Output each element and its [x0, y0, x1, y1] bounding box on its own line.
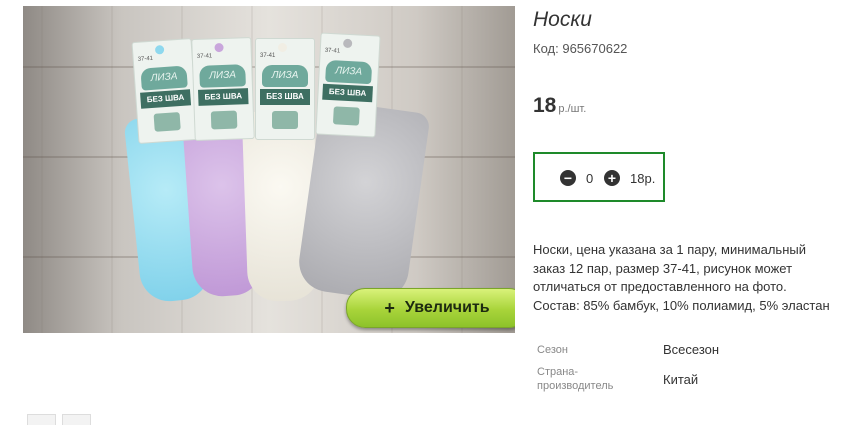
- tag-logo: ЛИЗА: [262, 65, 308, 87]
- plus-icon: +: [384, 297, 395, 318]
- tag-size: 37-41: [324, 47, 341, 55]
- minus-icon[interactable]: −: [560, 170, 576, 186]
- zoom-button-label: Увеличить: [404, 299, 490, 316]
- sock-tag: 37-41 ЛИЗА БЕЗ ШВА: [315, 32, 381, 138]
- tag-size: 37-41: [260, 53, 276, 59]
- product-code: Код: 965670622: [533, 41, 627, 56]
- tag-size: 37-41: [196, 53, 213, 60]
- description-line: Состав: 85% бамбук, 10% полиамид, 5% эла…: [533, 297, 830, 313]
- tag-hole: [154, 44, 165, 55]
- plus-icon[interactable]: +: [604, 170, 620, 186]
- quantity-sum: 18р.: [630, 171, 656, 186]
- tag-logo: ЛИЗА: [140, 65, 188, 91]
- tag-band: БЕЗ ШВА: [260, 89, 310, 105]
- price-value: 18: [533, 94, 557, 117]
- tag-picture: [153, 112, 181, 132]
- tag-picture: [272, 111, 298, 129]
- tag-hole: [278, 43, 287, 52]
- tag-hole: [214, 42, 224, 53]
- tag-size: 37-41: [137, 55, 154, 63]
- tag-logo: ЛИЗА: [199, 64, 246, 88]
- price-unit: р./шт.: [558, 103, 587, 115]
- quantity-stepper: − 0 + 18р.: [533, 152, 665, 202]
- product-title: Носки: [533, 8, 592, 31]
- tag-band: БЕЗ ШВА: [198, 88, 249, 106]
- product-description: Носки, цена указана за 1 пару, минимальн…: [533, 241, 863, 315]
- tag-picture: [332, 106, 360, 126]
- tag-band: БЕЗ ШВА: [322, 83, 373, 103]
- tag-band: БЕЗ ШВА: [140, 89, 192, 109]
- tag-hole: [342, 38, 353, 49]
- tag-logo: ЛИЗА: [325, 59, 373, 85]
- attribute-label-country: Страна- производитель: [537, 366, 614, 392]
- description-line: Носки, цена указана за 1 пару, минимальн…: [533, 242, 806, 257]
- attribute-value-season: Всесезон: [663, 342, 720, 357]
- product-code-label: Код:: [533, 41, 559, 56]
- product-photo[interactable]: 37-41 ЛИЗА БЕЗ ШВА 37-41 ЛИЗА БЕЗ ШВА 37…: [23, 6, 515, 333]
- description-line: отличаться от предоставленного на фото.: [533, 279, 787, 294]
- quantity-value[interactable]: 0: [586, 171, 593, 186]
- tag-picture: [210, 110, 238, 130]
- attribute-label-season: Сезон: [537, 344, 568, 356]
- sock-tag: 37-41 ЛИЗА БЕЗ ШВА: [191, 36, 255, 142]
- product-price: 18 р./шт.: [533, 94, 586, 118]
- description-line: заказ 12 пар, размер 37-41, рисунок може…: [533, 260, 793, 276]
- sock-tag: 37-41 ЛИЗА БЕЗ ШВА: [255, 38, 315, 140]
- sock-tag: 37-41 ЛИЗА БЕЗ ШВА: [131, 38, 199, 144]
- attribute-value-country: Китай: [663, 372, 699, 387]
- zoom-button[interactable]: + Увеличить: [346, 288, 515, 328]
- product-code-value: 965670622: [562, 41, 628, 56]
